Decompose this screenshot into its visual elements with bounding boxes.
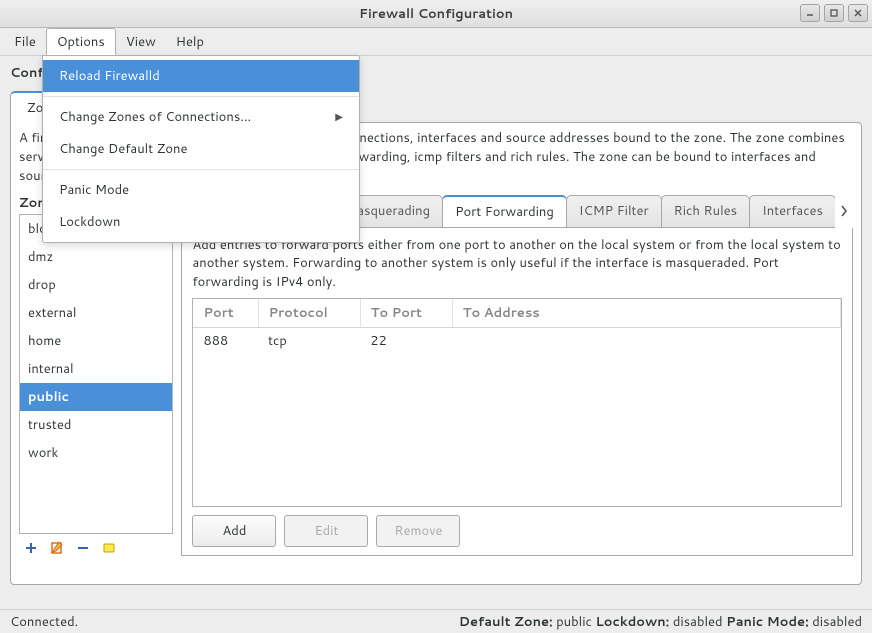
menu-lockdown[interactable]: Lockdown [43, 206, 359, 238]
menuitem-label: Change Zones of Connections... [59, 108, 251, 126]
zone-detail-column: Services Ports Masquerading Port Forward… [181, 194, 853, 556]
port-forwarding-description: Add entries to forward ports either from… [192, 236, 842, 293]
options-dropdown: Reload Firewalld Change Zones of Connect… [42, 55, 360, 243]
minimize-button[interactable] [800, 4, 820, 22]
status-right: Default Zone: public Lockdown: disabled … [459, 613, 862, 631]
status-connected: Connected. [10, 613, 78, 631]
menuitem-label: Lockdown [59, 213, 120, 231]
port-forwarding-table[interactable]: Port Protocol To Port To Address 888tcp2… [192, 298, 842, 506]
window-title: Firewall Configuration [0, 5, 872, 23]
zone-list[interactable]: blockdmzdropexternalhomeinternalpublictr… [19, 214, 173, 534]
zone-item-dmz[interactable]: dmz [20, 243, 172, 271]
menu-change-zones-connections[interactable]: Change Zones of Connections... ▶ [43, 101, 359, 133]
titlebar: Firewall Configuration [0, 0, 872, 28]
zone-edit-button[interactable] [49, 540, 65, 556]
tab-label: Port Forwarding [455, 203, 554, 221]
tab-label: ICMP Filter [579, 202, 649, 220]
menubar: File Options View Help [0, 28, 872, 56]
tab-port-forwarding[interactable]: Port Forwarding [442, 195, 567, 228]
tab-label: Zo [27, 99, 43, 117]
menuitem-label: Panic Mode [59, 181, 129, 199]
menu-change-default-zone[interactable]: Change Default Zone [43, 133, 359, 165]
menu-separator [43, 96, 359, 97]
tab-label: Rich Rules [674, 202, 738, 220]
maximize-button[interactable] [824, 4, 844, 22]
zone-add-button[interactable] [23, 540, 39, 556]
cell-to_port: 22 [360, 328, 452, 355]
lockdown-label: Lockdown: [595, 613, 669, 631]
menu-view[interactable]: View [116, 28, 166, 55]
zone-item-trusted[interactable]: trusted [20, 411, 172, 439]
col-port[interactable]: Port [193, 299, 258, 328]
lockdown-value: disabled [673, 613, 723, 631]
table-row[interactable]: 888tcp22 [193, 328, 840, 355]
menu-options[interactable]: Options [46, 28, 116, 55]
window-controls [800, 4, 868, 22]
default-zone-label: Default Zone: [459, 613, 553, 631]
tab-interfaces[interactable]: Interfaces [749, 195, 835, 228]
col-protocol[interactable]: Protocol [258, 299, 360, 328]
panic-label: Panic Mode: [726, 613, 809, 631]
edit-button[interactable]: Edit [284, 515, 368, 547]
tab-label: Interfaces [762, 202, 823, 220]
cell-protocol: tcp [258, 328, 360, 355]
menu-panic-mode[interactable]: Panic Mode [43, 174, 359, 206]
cell-to_address [452, 328, 840, 355]
tab-icmp-filter[interactable]: ICMP Filter [566, 195, 662, 228]
col-to-address[interactable]: To Address [452, 299, 840, 328]
cell-port: 888 [193, 328, 258, 355]
close-button[interactable] [848, 4, 868, 22]
zone-item-drop[interactable]: drop [20, 271, 172, 299]
add-button[interactable]: Add [192, 515, 276, 547]
port-forwarding-buttons: Add Edit Remove [192, 515, 842, 547]
zone-item-work[interactable]: work [20, 439, 172, 467]
zone-item-public[interactable]: public [20, 383, 172, 411]
col-to-port[interactable]: To Port [360, 299, 452, 328]
statusbar: Connected. Default Zone: public Lockdown… [0, 609, 872, 633]
configuration-label: Conf [10, 64, 44, 82]
tabs-scroll-right[interactable] [835, 196, 853, 226]
tab-rich-rules[interactable]: Rich Rules [661, 195, 751, 228]
zone-column: Zone blockdmzdropexternalhomeinternalpub… [19, 194, 173, 556]
zone-item-home[interactable]: home [20, 327, 172, 355]
menu-file[interactable]: File [4, 28, 46, 55]
zone-defaults-button[interactable] [101, 540, 117, 556]
zone-item-internal[interactable]: internal [20, 355, 172, 383]
panic-value: disabled [812, 613, 862, 631]
default-zone-value: public [556, 613, 592, 631]
submenu-arrow-icon: ▶ [335, 110, 343, 124]
port-forwarding-panel: Add entries to forward ports either from… [181, 228, 853, 556]
menuitem-label: Change Default Zone [59, 140, 188, 158]
zone-item-external[interactable]: external [20, 299, 172, 327]
menu-separator [43, 169, 359, 170]
menuitem-label: Reload Firewalld [59, 67, 160, 85]
zone-remove-button[interactable] [75, 540, 91, 556]
menu-help[interactable]: Help [166, 28, 214, 55]
menu-reload-firewalld[interactable]: Reload Firewalld [43, 60, 359, 92]
zone-toolbar [19, 534, 173, 556]
remove-button[interactable]: Remove [376, 515, 460, 547]
